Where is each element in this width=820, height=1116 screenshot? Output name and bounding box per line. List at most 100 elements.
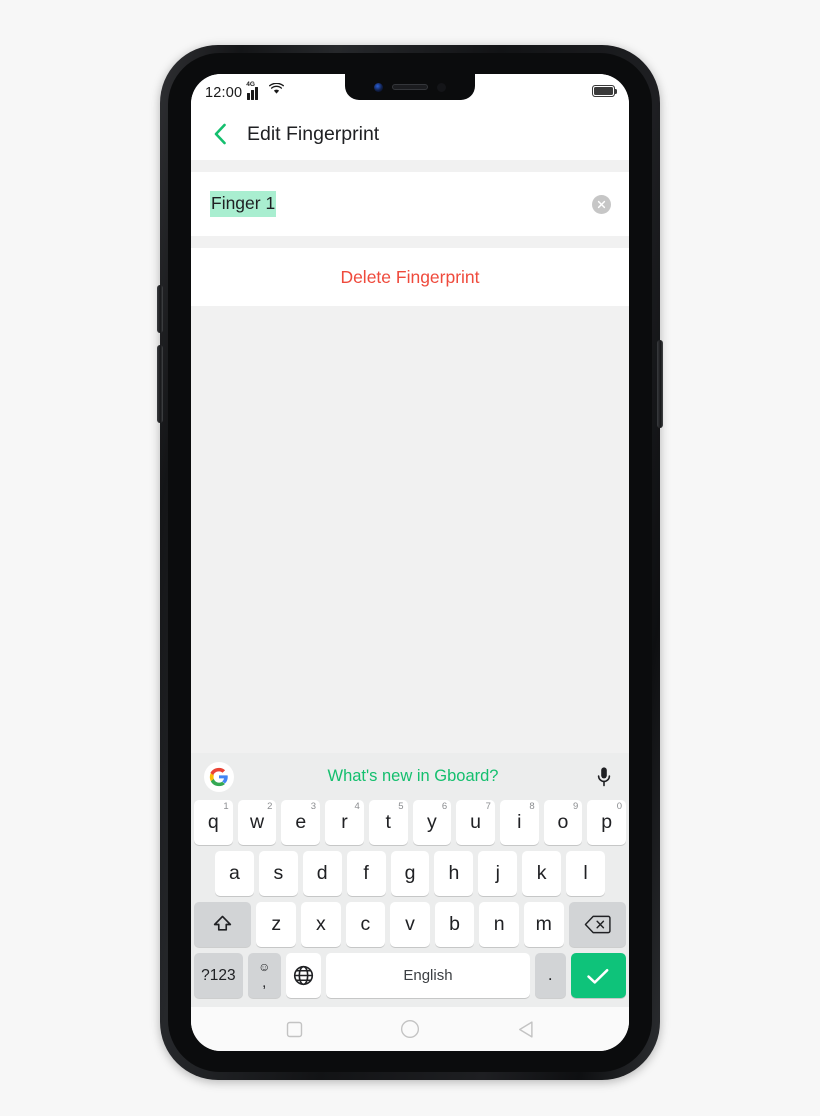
key-label: p [601, 811, 613, 833]
key-label: h [448, 862, 460, 884]
earpiece-speaker-icon [392, 84, 428, 90]
key-label: n [493, 913, 505, 935]
status-time: 12:00 [205, 84, 243, 101]
section-gap-2 [191, 236, 629, 248]
section-gap [191, 160, 629, 172]
key-l[interactable]: l [566, 851, 606, 896]
circle-home-icon[interactable] [400, 1019, 420, 1039]
key-k[interactable]: k [522, 851, 562, 896]
key-x[interactable]: x [301, 902, 341, 947]
key-c[interactable]: c [345, 902, 386, 947]
key-label: x [315, 913, 326, 935]
key-label: m [535, 913, 552, 935]
key-o[interactable]: o9 [543, 800, 583, 845]
google-g-icon[interactable] [204, 761, 234, 792]
key-label: j [495, 862, 500, 884]
key-label: e [295, 811, 307, 833]
key-label: i [517, 811, 522, 833]
key-h[interactable]: h [434, 851, 474, 896]
network-type-label: 4G [246, 81, 255, 88]
enter-key[interactable] [570, 953, 626, 998]
microphone-icon[interactable] [592, 766, 616, 788]
app-bar: Edit Fingerprint [191, 108, 629, 160]
symbols-key-label: ?123 [201, 966, 236, 984]
space-key-label: English [403, 967, 453, 984]
key-label: u [470, 811, 481, 833]
period-key-label: . [547, 965, 553, 985]
space-key[interactable]: English [326, 953, 530, 998]
battery-icon [592, 85, 618, 97]
key-p[interactable]: p0 [587, 800, 627, 845]
key-s[interactable]: s [258, 851, 298, 896]
key-label: g [404, 862, 416, 884]
key-a[interactable]: a [215, 851, 254, 896]
key-label: v [405, 913, 415, 935]
backspace-icon[interactable] [568, 902, 626, 947]
keyboard-suggestion-text[interactable]: What's new in Gboard? [240, 767, 586, 786]
keyboard-row-2: a s dfg h jkl [191, 851, 629, 902]
emoji-comma-key[interactable]: ☺ , [247, 953, 281, 998]
keyboard-row-4: ?123 ☺ , English . [191, 953, 629, 1004]
key-u[interactable]: u7 [456, 800, 495, 845]
empty-space [191, 306, 629, 753]
key-n[interactable]: n [479, 902, 519, 947]
front-camera-icon [374, 82, 383, 92]
proximity-sensor-icon [437, 82, 446, 92]
key-m[interactable]: m [523, 902, 564, 947]
key-label: y [426, 811, 437, 833]
key-label: d [316, 862, 328, 884]
key-number-hint: 4 [354, 801, 360, 812]
key-d[interactable]: d [302, 851, 342, 896]
globe-language-icon[interactable] [285, 953, 322, 998]
volume-up-button[interactable] [157, 285, 163, 333]
key-w[interactable]: w2 [237, 800, 277, 845]
triangle-back-icon[interactable] [517, 1020, 535, 1039]
key-i[interactable]: i8 [499, 800, 539, 845]
key-label: b [449, 913, 461, 935]
fingerprint-name-row[interactable]: Finger 1 [191, 172, 629, 236]
wifi-icon [268, 82, 284, 100]
key-label: q [207, 811, 219, 833]
key-b[interactable]: b [434, 902, 475, 947]
keyboard-row-3: zx c v b n m [191, 902, 629, 953]
key-label: w [249, 811, 265, 833]
comma-key-label: , [262, 974, 267, 991]
power-button[interactable] [657, 340, 663, 428]
key-number-hint: 1 [223, 801, 229, 812]
delete-fingerprint-button[interactable]: Delete Fingerprint [191, 248, 629, 306]
key-j[interactable]: j [478, 851, 518, 896]
key-e[interactable]: e3 [281, 800, 321, 845]
square-recents-icon[interactable] [286, 1021, 303, 1038]
symbols-key[interactable]: ?123 [194, 953, 243, 998]
status-bar-left: 12:00 4G [205, 81, 284, 101]
key-label: c [360, 913, 371, 935]
key-label: t [385, 811, 391, 833]
key-f[interactable]: f [346, 851, 386, 896]
key-v[interactable]: v [390, 902, 430, 947]
key-number-hint: 2 [267, 801, 273, 812]
key-g[interactable]: g [390, 851, 430, 896]
volume-down-button[interactable] [157, 345, 163, 423]
android-navigation-bar [191, 1007, 629, 1051]
gboard-keyboard: What's new in Gboard? q1w2e3r4t5y6u7i8o9… [191, 753, 629, 1007]
key-label: s [273, 862, 284, 884]
key-r[interactable]: r4 [325, 800, 364, 845]
clear-circle-x-icon[interactable] [592, 194, 611, 214]
shift-arrow-icon[interactable] [194, 902, 252, 947]
back-chevron-icon[interactable] [207, 121, 233, 147]
fingerprint-name-input[interactable]: Finger 1 [210, 191, 277, 217]
key-label: r [341, 811, 348, 833]
signal-icon: 4G [246, 81, 261, 100]
keyboard-suggestion-bar: What's new in Gboard? [191, 753, 629, 800]
content-area: Finger 1 Delete Fingerprint [191, 160, 629, 306]
phone-device-frame: 12:00 4G Edit Fingerprint Finger 1 Delet… [157, 45, 663, 1080]
key-y[interactable]: y6 [412, 800, 452, 845]
key-label: a [229, 862, 240, 884]
period-key[interactable]: . [534, 953, 566, 998]
key-z[interactable]: z [256, 902, 297, 947]
key-number-hint: 5 [398, 801, 404, 812]
delete-fingerprint-label: Delete Fingerprint [340, 266, 480, 287]
key-t[interactable]: t5 [368, 800, 408, 845]
phone-screen: 12:00 4G Edit Fingerprint Finger 1 Delet… [191, 74, 629, 1051]
key-q[interactable]: q1 [193, 800, 233, 845]
